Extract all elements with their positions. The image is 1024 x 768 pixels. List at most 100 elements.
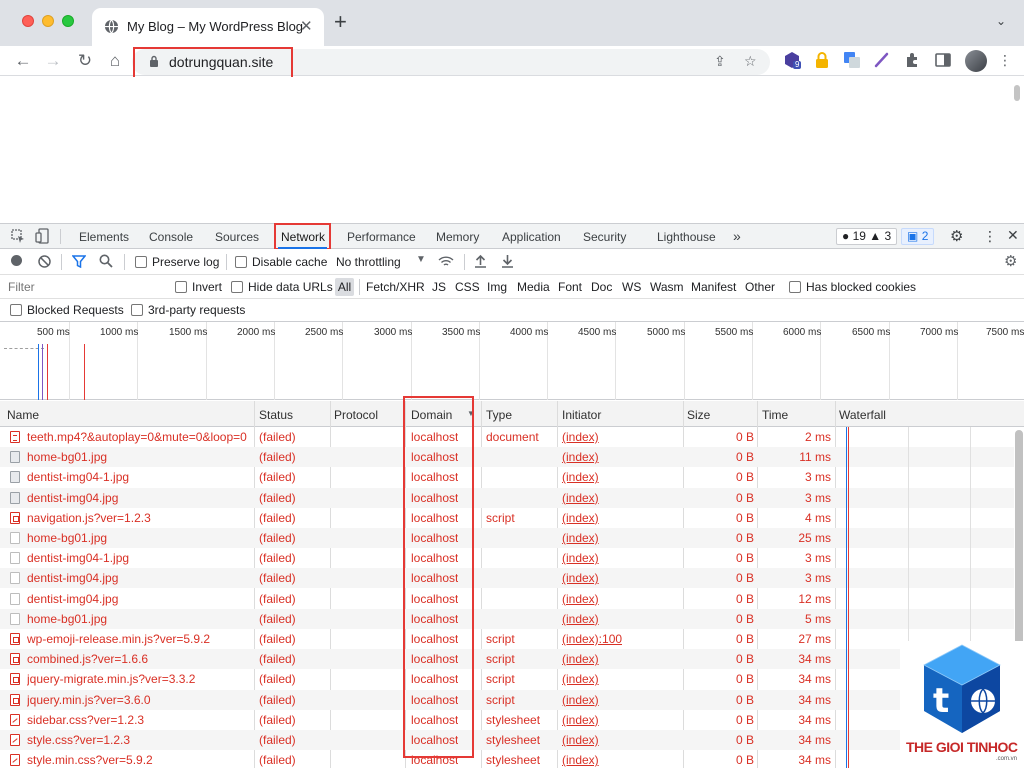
preserve-log-checkbox[interactable]	[135, 256, 147, 268]
network-settings-gear-icon[interactable]: ⚙	[1004, 252, 1017, 270]
table-row[interactable]: style.css?ver=1.2.3 (failed) localhost styl…	[0, 730, 1014, 750]
request-initiator-link[interactable]: (index)	[562, 693, 599, 707]
export-har-download-icon[interactable]	[501, 254, 514, 268]
minimize-window-button[interactable]	[42, 15, 54, 27]
clear-icon[interactable]	[38, 255, 51, 268]
import-har-upload-icon[interactable]	[474, 254, 487, 268]
request-initiator-link[interactable]: (index)	[562, 571, 599, 585]
request-initiator-link[interactable]: (index)	[562, 592, 599, 606]
column-name[interactable]: Name	[7, 408, 39, 422]
tab-security[interactable]: Security	[583, 230, 626, 244]
password-lock-icon[interactable]	[813, 51, 831, 69]
request-initiator-link[interactable]: (index)	[562, 733, 599, 747]
filter-type-js[interactable]: JS	[432, 280, 446, 294]
table-row[interactable]: teeth.mp4?&autoplay=0&mute=0&loop=0 (fail…	[0, 427, 1014, 447]
request-initiator-link[interactable]: (index)	[562, 430, 599, 444]
share-icon[interactable]: ⇪	[714, 53, 726, 70]
table-row[interactable]: dentist-img04.jpg (failed) localhost (index…	[0, 487, 1014, 508]
request-name[interactable]: home-bg01.jpg	[27, 612, 253, 626]
request-name[interactable]: dentist-img04.jpg	[27, 571, 253, 585]
filter-input[interactable]	[4, 278, 164, 296]
table-row[interactable]: home-bg01.jpg (failed) localhost (index) 0 B…	[0, 608, 1014, 629]
request-initiator-link[interactable]: (index)	[562, 531, 599, 545]
filter-type-other[interactable]: Other	[745, 280, 775, 294]
filter-type-font[interactable]: Font	[558, 280, 582, 294]
table-row[interactable]: dentist-img04-1.jpg (failed) localhost (ind…	[0, 548, 1014, 568]
search-icon[interactable]	[99, 254, 113, 268]
table-row[interactable]: jquery.min.js?ver=3.6.0 (failed) localhost…	[0, 689, 1014, 710]
new-tab-button[interactable]: +	[334, 11, 347, 33]
request-initiator-link[interactable]: (index)	[562, 713, 599, 727]
column-protocol[interactable]: Protocol	[334, 408, 378, 422]
tab-elements[interactable]: Elements	[79, 230, 129, 244]
close-devtools-icon[interactable]: ✕	[1007, 227, 1019, 244]
request-initiator-link[interactable]: (index)	[562, 511, 599, 525]
request-initiator-link[interactable]: (index)	[562, 470, 599, 484]
device-toolbar-icon[interactable]	[35, 228, 49, 244]
home-icon[interactable]: ⌂	[104, 50, 126, 72]
table-row[interactable]: dentist-img04-1.jpg (failed) localhost (ind…	[0, 467, 1014, 487]
inspect-element-icon[interactable]	[11, 229, 25, 243]
table-row[interactable]: style.min.css?ver=5.9.2 (failed) localhost…	[0, 750, 1014, 768]
column-waterfall[interactable]: Waterfall	[839, 408, 886, 422]
blocked-requests-checkbox[interactable]	[10, 304, 22, 316]
column-status[interactable]: Status	[259, 408, 293, 422]
network-conditions-wifi-icon[interactable]	[438, 255, 454, 268]
close-window-button[interactable]	[22, 15, 34, 27]
tab-sources[interactable]: Sources	[215, 230, 259, 244]
request-name[interactable]: dentist-img04-1.jpg	[27, 551, 253, 565]
maximize-window-button[interactable]	[62, 15, 74, 27]
table-row[interactable]: combined.js?ver=1.6.6 (failed) localhost sc…	[0, 649, 1014, 670]
page-scrollbar[interactable]	[1014, 85, 1020, 101]
filter-type-fetch-xhr[interactable]: Fetch/XHR	[366, 280, 425, 294]
tab-memory[interactable]: Memory	[436, 230, 479, 244]
has-blocked-cookies-checkbox[interactable]	[789, 281, 801, 293]
request-name[interactable]: dentist-img04-1.jpg	[27, 470, 253, 484]
filter-type-all[interactable]: All	[335, 278, 354, 296]
throttling-dropdown-icon[interactable]: ▼	[416, 254, 426, 265]
request-initiator-link[interactable]: (index)	[562, 753, 599, 767]
tab-lighthouse[interactable]: Lighthouse	[657, 230, 716, 244]
back-arrow-icon[interactable]: ←	[12, 50, 34, 72]
table-row[interactable]: home-bg01.jpg (failed) localhost (index) 0 B…	[0, 447, 1014, 468]
filter-type-ws[interactable]: WS	[622, 280, 641, 294]
filter-type-wasm[interactable]: Wasm	[650, 280, 684, 294]
disable-cache-checkbox[interactable]	[235, 256, 247, 268]
tab-performance[interactable]: Performance	[347, 230, 416, 244]
table-row[interactable]: sidebar.css?ver=1.2.3 (failed) localhost st…	[0, 710, 1014, 730]
filter-type-css[interactable]: CSS	[455, 280, 480, 294]
request-name[interactable]: teeth.mp4?&autoplay=0&mute=0&loop=0	[27, 430, 253, 444]
request-name[interactable]: style.min.css?ver=5.9.2	[27, 753, 253, 767]
request-initiator-link[interactable]: (index)	[562, 652, 599, 666]
tab-application[interactable]: Application	[502, 230, 561, 244]
table-row[interactable]: dentist-img04.jpg (failed) localhost (index…	[0, 589, 1014, 609]
record-icon[interactable]	[11, 255, 22, 266]
column-type[interactable]: Type	[486, 408, 512, 422]
request-name[interactable]: home-bg01.jpg	[27, 531, 253, 545]
tab-console[interactable]: Console	[149, 230, 193, 244]
throttling-select[interactable]: No throttling	[336, 255, 401, 269]
request-name[interactable]: sidebar.css?ver=1.2.3	[27, 713, 253, 727]
browser-tab-active[interactable]: My Blog – My WordPress Blog ✕	[92, 8, 324, 46]
pen-extension-icon[interactable]	[873, 51, 891, 69]
column-initiator[interactable]: Initiator	[562, 408, 601, 422]
side-panel-icon[interactable]	[934, 51, 952, 69]
column-size[interactable]: Size	[687, 408, 710, 422]
devtools-menu-icon[interactable]: ⋮	[983, 228, 997, 245]
table-row[interactable]: wp-emoji-release.min.js?ver=5.9.2 (failed…	[0, 629, 1014, 649]
request-name[interactable]: dentist-img04.jpg	[27, 491, 253, 505]
third-party-requests-checkbox[interactable]	[131, 304, 143, 316]
hide-data-urls-checkbox[interactable]	[231, 281, 243, 293]
request-name[interactable]: navigation.js?ver=1.2.3	[27, 511, 253, 525]
filter-funnel-icon[interactable]	[72, 255, 86, 268]
filter-type-manifest[interactable]: Manifest	[691, 280, 736, 294]
translate-icon[interactable]	[843, 51, 861, 69]
request-initiator-link[interactable]: (index)	[562, 450, 599, 464]
filter-type-doc[interactable]: Doc	[591, 280, 612, 294]
invert-checkbox[interactable]	[175, 281, 187, 293]
table-row[interactable]: home-bg01.jpg (failed) localhost (index) 0 B…	[0, 528, 1014, 548]
close-tab-icon[interactable]: ✕	[300, 17, 313, 35]
devtools-settings-gear-icon[interactable]: ⚙	[950, 227, 963, 245]
more-tabs-chevron-icon[interactable]: »	[733, 228, 741, 244]
request-name[interactable]: combined.js?ver=1.6.6	[27, 652, 253, 666]
